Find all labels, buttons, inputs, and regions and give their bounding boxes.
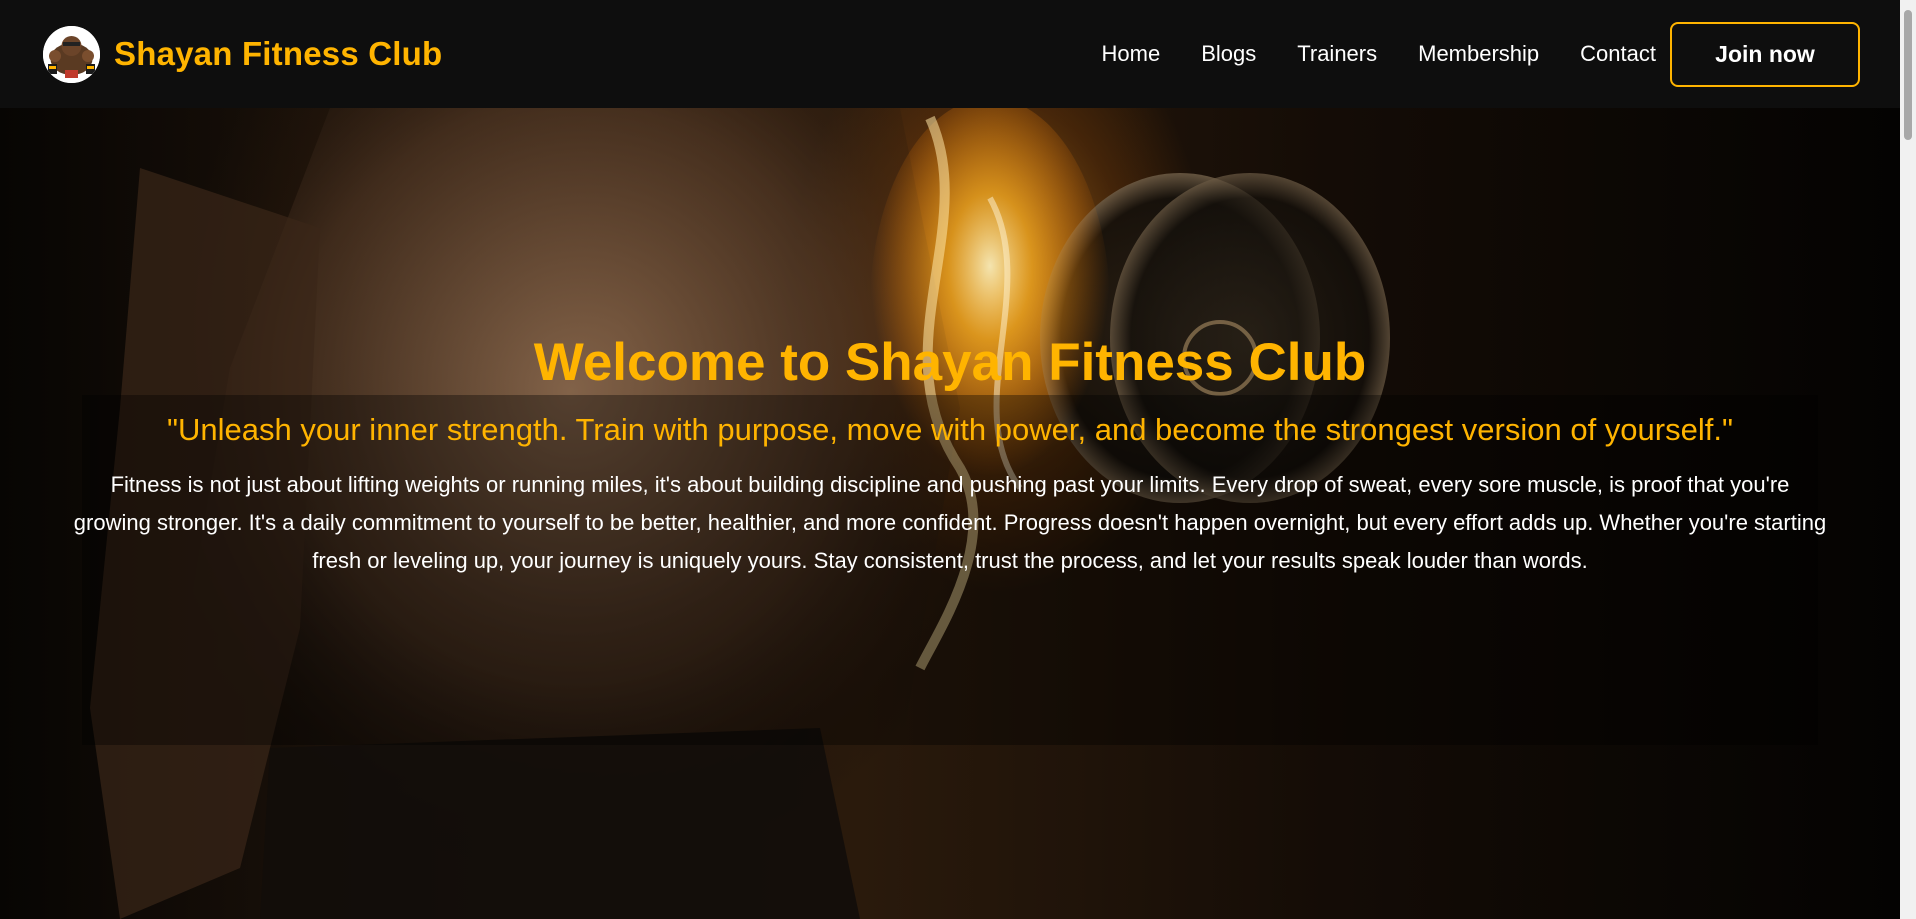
scrollbar-thumb[interactable] — [1904, 10, 1912, 140]
nav-link-trainers[interactable]: Trainers — [1297, 41, 1377, 67]
nav-link-contact[interactable]: Contact — [1580, 41, 1656, 67]
brand-name[interactable]: Shayan Fitness Club — [114, 35, 442, 73]
navbar: Shayan Fitness Club Home Blogs Trainers … — [0, 0, 1900, 108]
hero-content: Welcome to Shayan Fitness Club "Unleash … — [60, 330, 1840, 580]
bodybuilder-logo-icon[interactable] — [43, 25, 100, 83]
page-scrollbar[interactable] — [1900, 0, 1916, 919]
nav-links: Home Blogs Trainers Membership Contact — [1102, 41, 1656, 67]
nav-link-membership[interactable]: Membership — [1418, 41, 1539, 67]
nav-link-blogs[interactable]: Blogs — [1201, 41, 1256, 67]
hero-description: Fitness is not just about lifting weight… — [73, 472, 1827, 573]
nav-link-home[interactable]: Home — [1102, 41, 1161, 67]
hero-title: Welcome to Shayan Fitness Club — [533, 333, 1367, 392]
hero-quote: "Unleash your inner strength. Train with… — [167, 412, 1733, 447]
join-now-button[interactable]: Join now — [1670, 21, 1860, 87]
brand[interactable]: Shayan Fitness Club — [43, 25, 442, 83]
